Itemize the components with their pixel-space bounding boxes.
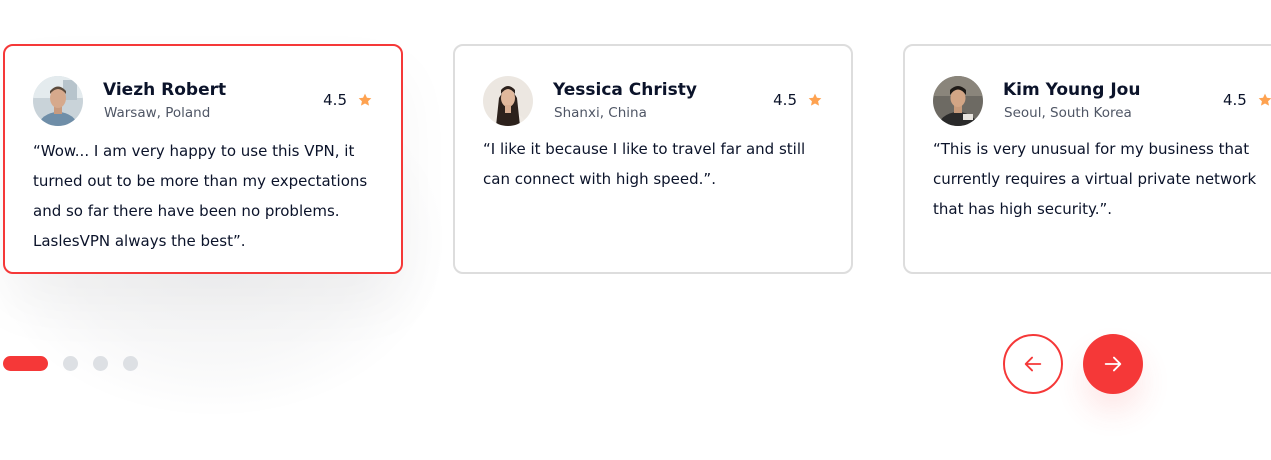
next-button[interactable] xyxy=(1083,334,1143,394)
arrow-left-icon xyxy=(1024,356,1042,372)
star-icon xyxy=(1258,93,1271,106)
pagination-dot-active[interactable] xyxy=(3,356,48,371)
testimonial-carousel: Viezh Robert Warsaw, Poland 4.5 “Wow... … xyxy=(0,0,1271,460)
avatar xyxy=(33,76,83,126)
star-icon xyxy=(358,93,372,106)
avatar xyxy=(933,76,983,126)
reviewer-name: Yessica Christy xyxy=(553,80,697,100)
testimonial-card-viezh-robert[interactable]: Viezh Robert Warsaw, Poland 4.5 “Wow... … xyxy=(3,44,403,274)
rating: 4.5 xyxy=(1223,91,1271,109)
reviewer-name: Kim Young Jou xyxy=(1003,80,1141,100)
star-icon xyxy=(808,93,822,106)
avatar xyxy=(483,76,533,126)
testimonial-quote: “Wow... I am very happy to use this VPN,… xyxy=(33,142,368,250)
previous-button[interactable] xyxy=(1003,334,1063,394)
pagination-dot[interactable] xyxy=(93,356,108,371)
testimonial-quote: “This is very unusual for my business th… xyxy=(933,140,1257,218)
reviewer-name: Viezh Robert xyxy=(103,80,227,100)
arrow-right-icon xyxy=(1104,356,1122,372)
rating-value: 4.5 xyxy=(773,91,797,109)
reviewer-location: Warsaw, Poland xyxy=(104,105,211,121)
rating: 4.5 xyxy=(773,91,823,109)
pagination-dot[interactable] xyxy=(63,356,78,371)
pagination-dot[interactable] xyxy=(123,356,138,371)
reviewer-location: Shanxi, China xyxy=(554,105,647,121)
testimonial-quote: “I like it because I like to travel far … xyxy=(483,140,806,188)
rating: 4.5 xyxy=(323,91,373,109)
rating-value: 4.5 xyxy=(1223,91,1247,109)
testimonial-card-yessica-christy[interactable]: Yessica Christy Shanxi, China 4.5 “I lik… xyxy=(453,44,853,274)
carousel-pagination xyxy=(3,356,153,371)
testimonial-card-kim-young-jou[interactable]: Kim Young Jou Seoul, South Korea 4.5 “Th… xyxy=(903,44,1271,274)
reviewer-location: Seoul, South Korea xyxy=(1004,105,1132,121)
rating-value: 4.5 xyxy=(323,91,347,109)
